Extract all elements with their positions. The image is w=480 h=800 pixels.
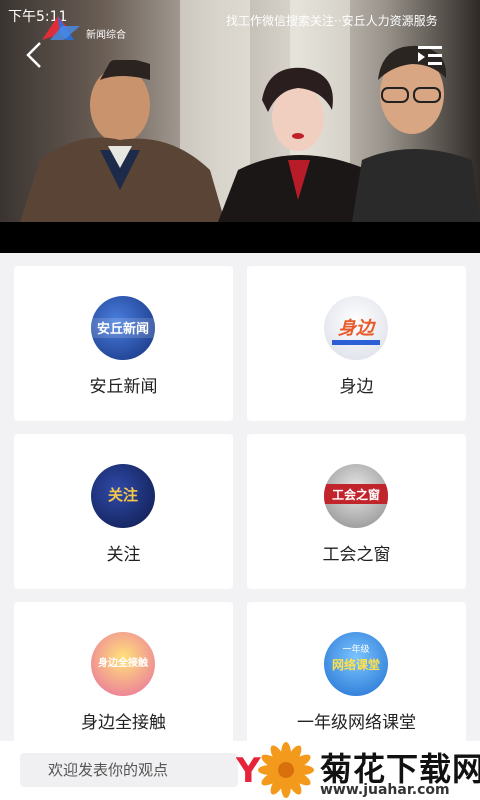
- channel-card-shenbian[interactable]: 身边 身边: [247, 266, 466, 421]
- thumb-text: 身边: [338, 318, 374, 339]
- actor-left: [20, 60, 225, 222]
- flower-logo-icon: Y: [236, 742, 314, 798]
- channel-card-guanzhu[interactable]: 关注 关注: [14, 434, 233, 589]
- channel-name: 新闻综合: [86, 30, 126, 41]
- shenbian-thumb-icon: 身边: [324, 296, 388, 360]
- video-player[interactable]: 下午5:11 找工作微信搜索关注··安丘人力资源服务 新闻综合: [0, 0, 480, 253]
- thumb-text: 工会之窗: [331, 488, 380, 502]
- site-watermark: Y 菊花下载网 www.juahar.com: [236, 740, 480, 800]
- channel-logo-icon: [42, 16, 80, 40]
- channel-card-shenbian-contact[interactable]: 身边全接触 身边全接触: [14, 602, 233, 757]
- channel-label: 关注: [106, 545, 141, 565]
- guanzhu-thumb-icon: 关注: [91, 464, 155, 528]
- channel-card-grade1-online-class[interactable]: 一年级 网络课堂 一年级网络课堂: [247, 602, 466, 757]
- channel-label: 工会之窗: [322, 545, 391, 565]
- comment-input[interactable]: 欢迎发表你的观点: [20, 753, 238, 787]
- channel-card-union-window[interactable]: 工会之窗 工会之窗: [247, 434, 466, 589]
- watermark-url: www.juahar.com: [320, 782, 450, 798]
- thumb-text: 身边全接触: [98, 658, 148, 669]
- thumb-text: 网络课堂: [331, 658, 380, 672]
- online-class-thumb-icon: 一年级 网络课堂: [324, 632, 388, 696]
- scrolling-banner: 找工作微信搜索关注··安丘人力资源服务: [226, 14, 438, 28]
- thumb-text: 安丘新闻: [96, 322, 149, 337]
- union-window-thumb-icon: 工会之窗: [324, 464, 388, 528]
- channel-label: 安丘新闻: [89, 377, 158, 397]
- app-screen: 下午5:11 找工作微信搜索关注··安丘人力资源服务 新闻综合 安丘新闻 安丘新…: [0, 0, 480, 800]
- shenbian-contact-thumb-icon: 身边全接触: [91, 632, 155, 696]
- channel-label: 一年级网络课堂: [297, 713, 416, 733]
- channel-label: 身边全接触: [81, 713, 166, 733]
- channel-card-anqiu-news[interactable]: 安丘新闻 安丘新闻: [14, 266, 233, 421]
- svg-text:Y: Y: [236, 751, 261, 791]
- playlist-icon[interactable]: [416, 42, 446, 70]
- channel-label: 身边: [339, 377, 374, 397]
- thumb-subtext: 一年级: [342, 645, 370, 655]
- back-arrow-icon[interactable]: [20, 40, 50, 70]
- anqiu-news-thumb-icon: 安丘新闻: [91, 296, 155, 360]
- thumb-text: 关注: [107, 486, 138, 504]
